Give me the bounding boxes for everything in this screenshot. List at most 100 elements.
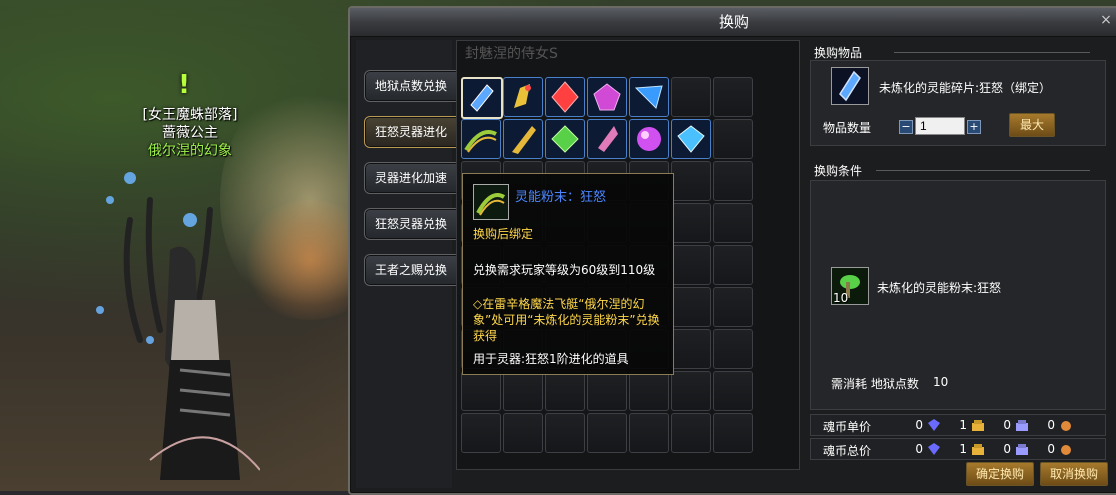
grid-item-slot[interactable] bbox=[545, 77, 585, 117]
shard-crystal-icon[interactable] bbox=[831, 67, 869, 105]
grid-empty-slot[interactable] bbox=[713, 413, 753, 453]
quest-exclamation-icon[interactable]: ! bbox=[178, 70, 190, 100]
grid-empty-slot[interactable] bbox=[713, 161, 753, 201]
tab-kings-gift-exchange[interactable]: 王者之赐兑换 bbox=[364, 254, 458, 286]
unit-price-value-1: 1 bbox=[959, 418, 967, 432]
crystal-red-icon bbox=[551, 81, 579, 113]
grid-empty-slot[interactable] bbox=[503, 413, 543, 453]
unit-price-value-3: 0 bbox=[1047, 418, 1055, 432]
grid-empty-slot[interactable] bbox=[629, 371, 669, 411]
tab-fury-artifact-exchange[interactable]: 狂怒灵器兑换 bbox=[364, 208, 458, 240]
npc-guild-label: [女王魔蛛部落] bbox=[142, 107, 238, 123]
grid-item-slot[interactable] bbox=[461, 119, 501, 159]
npc-character-sprite[interactable] bbox=[90, 160, 260, 490]
confirm-exchange-button[interactable]: 确定换购 bbox=[966, 462, 1034, 486]
crystal-shard-yellow-icon bbox=[514, 84, 531, 108]
soul-coin-gold-icon bbox=[972, 420, 984, 431]
grid-item-slot[interactable] bbox=[629, 119, 669, 159]
grid-empty-slot[interactable] bbox=[587, 413, 627, 453]
npc-title-label: 俄尔涅的幻象 bbox=[148, 143, 232, 159]
soul-coin-silver-icon bbox=[1016, 420, 1028, 431]
grid-empty-slot[interactable] bbox=[671, 371, 711, 411]
unit-price-row: 魂币单价 0 1 0 0 bbox=[810, 414, 1106, 436]
grid-empty-slot[interactable] bbox=[671, 329, 711, 369]
divider bbox=[876, 170, 1090, 171]
grid-empty-slot[interactable] bbox=[671, 413, 711, 453]
window-title: 换购 bbox=[718, 13, 749, 31]
grid-item-slot[interactable] bbox=[671, 119, 711, 159]
quantity-label: 物品数量 bbox=[823, 121, 872, 135]
total-price-value-1: 1 bbox=[959, 442, 967, 456]
unit-price-value-0: 0 bbox=[915, 418, 923, 432]
exchange-item-name: 未炼化的灵能碎片:狂怒（绑定） bbox=[879, 81, 1052, 95]
exchange-item-heading: 换购物品 bbox=[814, 46, 863, 60]
grid-empty-slot[interactable] bbox=[545, 413, 585, 453]
soul-coin-diamond-icon bbox=[928, 419, 940, 431]
grid-empty-slot[interactable] bbox=[503, 371, 543, 411]
item-tooltip: 灵能粉末：狂怒 换购后绑定 兑换需求玩家等级为60级到110级 ◇在雷辛格魔法飞… bbox=[462, 173, 674, 375]
crystal-blue-icon bbox=[634, 85, 663, 109]
increase-quantity-button[interactable]: + bbox=[967, 120, 981, 134]
tab-fury-artifact-evolution[interactable]: 狂怒灵器进化 bbox=[364, 116, 458, 148]
close-icon[interactable]: × bbox=[1098, 12, 1114, 28]
grid-empty-slot[interactable] bbox=[713, 119, 753, 159]
grid-item-slot[interactable] bbox=[587, 77, 627, 117]
grid-item-slot[interactable] bbox=[503, 119, 543, 159]
grid-item-slot[interactable] bbox=[461, 77, 503, 119]
grid-empty-slot[interactable] bbox=[713, 329, 753, 369]
powder-fury-icon bbox=[473, 184, 509, 220]
window-titlebar[interactable]: 换购 × bbox=[350, 8, 1116, 37]
灵能粉末：狂怒-icon bbox=[464, 130, 497, 153]
未炼化的灵能碎片:狂怒-icon bbox=[470, 84, 494, 112]
grid-empty-slot[interactable] bbox=[713, 371, 753, 411]
grid-empty-slot[interactable] bbox=[671, 161, 711, 201]
gem-pink-icon bbox=[598, 126, 618, 152]
feather-gold-icon bbox=[512, 126, 536, 154]
exchange-conditions-heading: 换购条件 bbox=[814, 164, 863, 178]
decrease-quantity-button[interactable]: − bbox=[899, 120, 913, 134]
grid-item-slot[interactable] bbox=[503, 77, 543, 117]
grid-empty-slot[interactable] bbox=[671, 287, 711, 327]
grid-item-slot[interactable] bbox=[629, 77, 669, 117]
grid-item-slot[interactable] bbox=[587, 119, 627, 159]
tooltip-description: ◇在雷辛格魔法飞艇“俄尔涅的幻象”处可用“未炼化的灵能粉末”兑换获得 bbox=[473, 297, 660, 343]
grid-empty-slot[interactable] bbox=[671, 203, 711, 243]
grid-empty-slot[interactable] bbox=[713, 77, 753, 117]
crystal-purple-icon bbox=[593, 83, 621, 111]
max-quantity-button[interactable]: 最大 bbox=[1009, 113, 1055, 137]
total-price-value-2: 0 bbox=[1003, 442, 1011, 456]
grid-empty-slot[interactable] bbox=[671, 77, 711, 117]
exchange-item-box: 未炼化的灵能碎片:狂怒（绑定） 物品数量 − + 最大 bbox=[810, 60, 1106, 146]
tab-hell-points-exchange[interactable]: 地狱点数兑换 bbox=[364, 70, 458, 102]
grid-empty-slot[interactable] bbox=[713, 245, 753, 285]
grid-empty-slot[interactable] bbox=[545, 371, 585, 411]
npc-name-label[interactable]: 蔷薇公主 bbox=[120, 122, 260, 142]
cancel-exchange-button[interactable]: 取消换购 bbox=[1040, 462, 1108, 486]
tab-artifact-evolution-boost[interactable]: 灵器进化加速 bbox=[364, 162, 458, 194]
tab-list: 地狱点数兑换 狂怒灵器进化 灵器进化加速 狂怒灵器兑换 王者之赐兑换 bbox=[356, 40, 458, 488]
grid-empty-slot[interactable] bbox=[713, 287, 753, 327]
divider bbox=[894, 52, 1090, 53]
soul-coin-gold-icon bbox=[972, 444, 984, 455]
total-price-value-0: 0 bbox=[915, 442, 923, 456]
grid-empty-slot[interactable] bbox=[671, 245, 711, 285]
grid-item-slot[interactable] bbox=[545, 119, 585, 159]
gem-green-icon bbox=[551, 125, 579, 153]
grid-empty-slot[interactable] bbox=[713, 203, 753, 243]
grid-empty-slot[interactable] bbox=[629, 413, 669, 453]
required-item-name: 未炼化的灵能粉末:狂怒 bbox=[877, 281, 1002, 295]
quantity-input[interactable] bbox=[915, 117, 965, 135]
diamond-blue-icon bbox=[677, 125, 705, 153]
total-price-label: 魂币总价 bbox=[823, 444, 872, 458]
soul-coin-copper-icon bbox=[1061, 421, 1071, 431]
unit-price-label: 魂币单价 bbox=[823, 420, 872, 434]
soul-coin-copper-icon bbox=[1061, 445, 1071, 455]
total-price-value-3: 0 bbox=[1047, 442, 1055, 456]
cost-label: 需消耗 地狱点数 bbox=[831, 377, 919, 391]
grid-empty-slot[interactable] bbox=[587, 371, 627, 411]
grid-empty-slot[interactable] bbox=[461, 371, 501, 411]
orb-purple-icon bbox=[637, 127, 661, 151]
required-item-count: 10 bbox=[833, 291, 849, 305]
grid-header-text: 封魅涅的侍女S bbox=[465, 46, 558, 62]
grid-empty-slot[interactable] bbox=[461, 413, 501, 453]
